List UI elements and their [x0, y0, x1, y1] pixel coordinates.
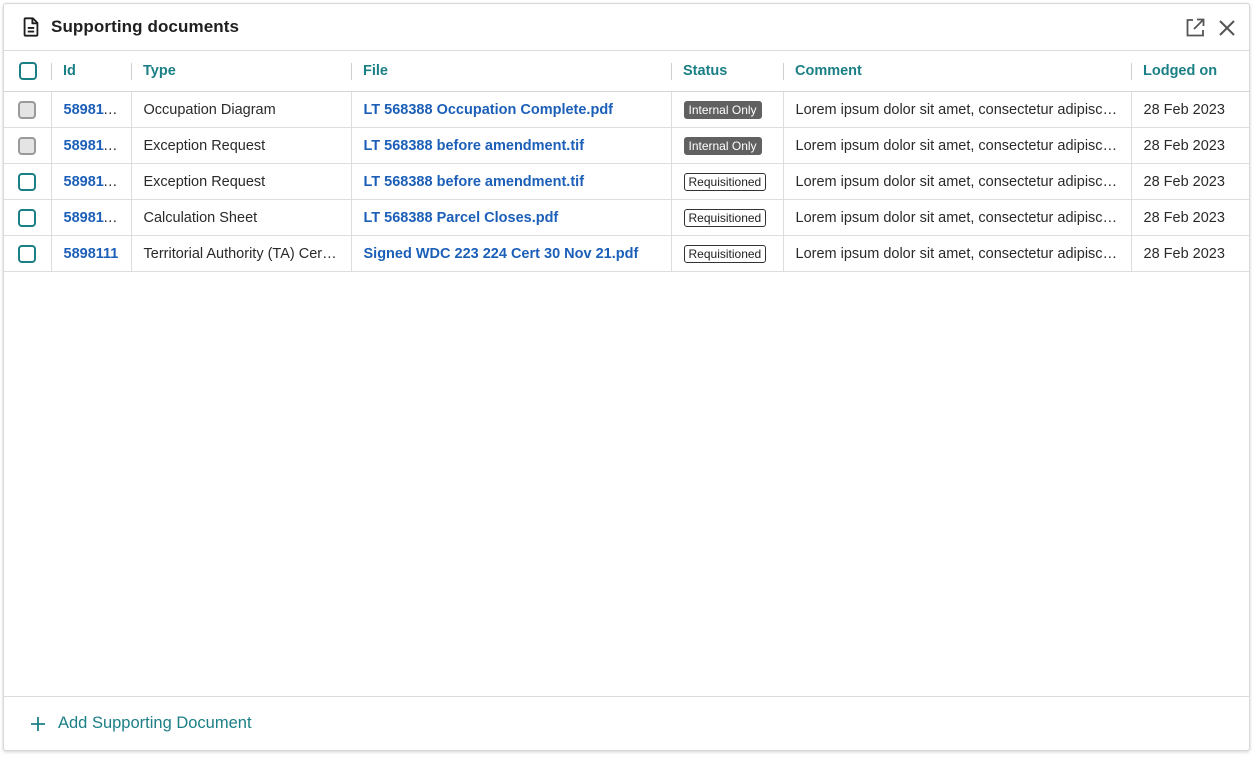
status-badge: Internal Only: [683, 100, 762, 119]
document-id-link[interactable]: 5898111: [64, 246, 119, 262]
column-header-id[interactable]: Id: [51, 51, 131, 92]
column-header-status[interactable]: Status: [671, 51, 783, 92]
table-row[interactable]: 5898115 Occupation Diagram LT 568388 Occ…: [4, 91, 1249, 128]
select-all-checkbox[interactable]: [18, 62, 37, 80]
comment-text: Lorem ipsum dolor sit amet, consectetur …: [783, 199, 1132, 236]
file-link[interactable]: LT 568388 Occupation Complete.pdf: [364, 102, 614, 118]
file-link[interactable]: LT 568388 before amendment.tif: [364, 138, 585, 154]
row-checkbox: [18, 100, 37, 119]
comment-text: Lorem ipsum dolor sit amet, consectetur …: [783, 91, 1132, 128]
dialog-footer: Add Supporting Document: [4, 696, 1249, 750]
column-header-type[interactable]: Type: [131, 51, 351, 92]
document-type: Occupation Diagram: [131, 91, 352, 128]
dialog-title: Supporting documents: [51, 17, 240, 36]
file-link[interactable]: LT 568388 before amendment.tif: [364, 174, 585, 190]
table-row[interactable]: 5898113 Exception Request LT 568388 befo…: [4, 163, 1249, 200]
column-header-file[interactable]: File: [351, 51, 671, 92]
comment-text: Lorem ipsum dolor sit amet, consectetur …: [783, 127, 1132, 164]
external-link-icon: [1186, 18, 1205, 37]
dialog-header: Supporting documents: [4, 4, 1249, 51]
status-badge: Requisitioned: [683, 244, 767, 263]
close-button[interactable]: [1215, 16, 1239, 40]
document-type: Territorial Authority (TA) Certificate: [131, 235, 352, 272]
popout-button[interactable]: [1183, 16, 1207, 40]
lodged-date: 28 Feb 2023: [1131, 199, 1249, 236]
table-header-row: Id Type File Status Comment Lodged on: [4, 51, 1249, 92]
add-supporting-document-button[interactable]: Add Supporting Document: [30, 714, 252, 733]
row-checkbox: [18, 136, 37, 155]
document-type: Exception Request: [131, 163, 352, 200]
row-checkbox[interactable]: [18, 244, 37, 263]
row-checkbox[interactable]: [18, 172, 37, 191]
file-link[interactable]: LT 568388 Parcel Closes.pdf: [364, 210, 559, 226]
file-link[interactable]: Signed WDC 223 224 Cert 30 Nov 21.pdf: [364, 246, 639, 262]
row-checkbox[interactable]: [18, 208, 37, 227]
lodged-date: 28 Feb 2023: [1131, 235, 1249, 272]
status-badge: Requisitioned: [683, 172, 767, 191]
document-type: Exception Request: [131, 127, 352, 164]
document-id-link[interactable]: 5898113: [64, 174, 120, 190]
supporting-documents-dialog: Supporting documents Id Type File Status…: [3, 3, 1250, 751]
column-header-comment[interactable]: Comment: [783, 51, 1131, 92]
document-icon: [23, 17, 39, 37]
comment-text: Lorem ipsum dolor sit amet, consectetur …: [783, 235, 1132, 272]
close-icon: [1219, 20, 1235, 36]
comment-text: Lorem ipsum dolor sit amet, consectetur …: [783, 163, 1132, 200]
status-badge: Requisitioned: [683, 208, 767, 227]
table-row[interactable]: 5898112 Calculation Sheet LT 568388 Parc…: [4, 199, 1249, 236]
plus-icon: [31, 716, 45, 731]
document-id-link[interactable]: 5898114: [64, 138, 120, 154]
table-row[interactable]: 5898114 Exception Request LT 568388 befo…: [4, 127, 1249, 164]
lodged-date: 28 Feb 2023: [1131, 163, 1249, 200]
lodged-date: 28 Feb 2023: [1131, 127, 1249, 164]
documents-table: Id Type File Status Comment Lodged on 58…: [4, 51, 1249, 272]
document-type: Calculation Sheet: [131, 199, 352, 236]
document-id-link[interactable]: 5898112: [64, 210, 120, 226]
add-supporting-document-label: Add Supporting Document: [58, 714, 252, 732]
table-row[interactable]: 5898111 Territorial Authority (TA) Certi…: [4, 235, 1249, 272]
status-badge: Internal Only: [683, 136, 762, 155]
select-all-cell: [4, 51, 51, 92]
lodged-date: 28 Feb 2023: [1131, 91, 1249, 128]
column-header-lodged-on[interactable]: Lodged on: [1131, 51, 1249, 92]
document-id-link[interactable]: 5898115: [64, 102, 120, 118]
